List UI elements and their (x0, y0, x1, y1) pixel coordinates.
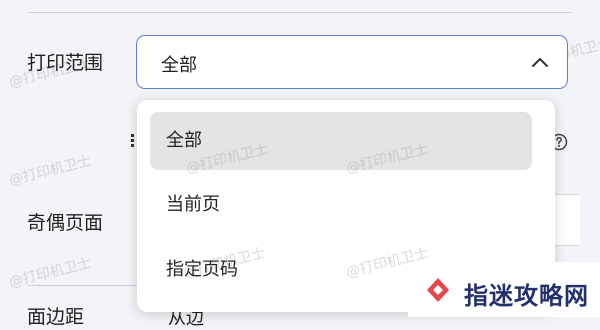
bottom-divider (28, 285, 148, 286)
option-current-page[interactable]: 当前页 (150, 176, 532, 234)
option-all[interactable]: 全部 (150, 112, 532, 170)
brand-text: 指迷攻略网 (464, 281, 589, 310)
brand-logo-icon (427, 278, 449, 302)
parity-label: 奇偶页面 (27, 212, 104, 234)
print-range-label: 打印范围 (27, 52, 104, 74)
divider-mark (131, 134, 134, 147)
watermark-5: @打印机卫士 (7, 153, 93, 189)
print-range-select[interactable]: 全部 (136, 35, 568, 89)
margin-label: 面边距 (27, 306, 85, 328)
chevron-up-icon[interactable] (531, 55, 549, 69)
print-range-value: 全部 (161, 55, 197, 76)
brand-logo-block: 指迷攻略网 (408, 262, 600, 317)
top-divider (28, 12, 571, 13)
